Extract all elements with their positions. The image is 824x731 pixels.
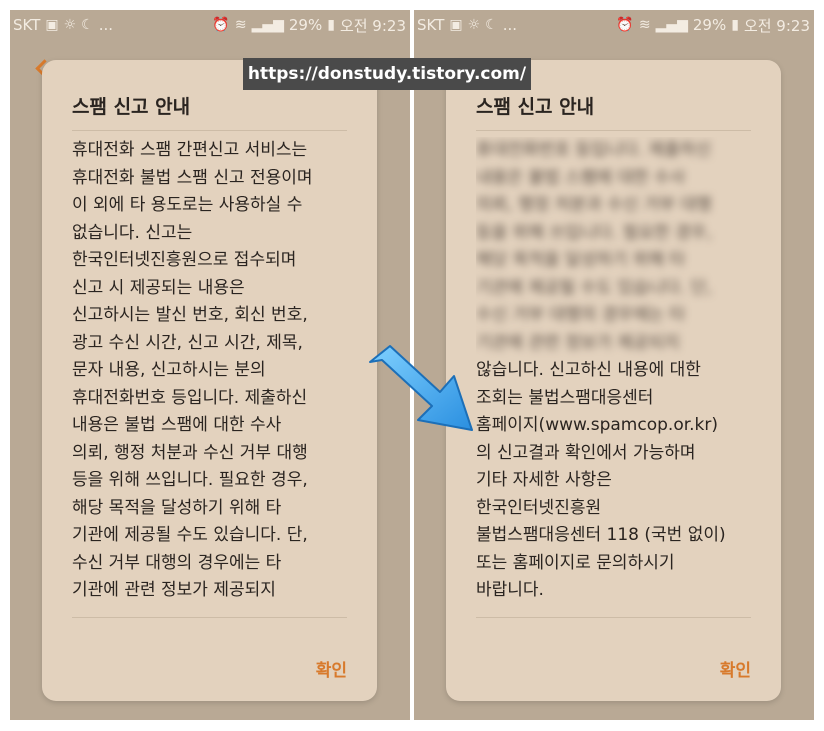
moon-icon: ☾ (81, 17, 94, 33)
body-line: 해당 목적을 달성하기 위해 타 (476, 250, 686, 270)
ok-button[interactable]: 확인 (316, 656, 347, 681)
more-notifications: ... (98, 16, 114, 34)
body-line: 한국인터넷진흥원으로 접수되며 (72, 250, 297, 270)
body-line: 문자 내용, 신고하시는 분의 (72, 360, 266, 380)
body-line: 휴대전화 불법 스팸 신고 전용이며 (72, 167, 313, 188)
more-notifications: ... (502, 16, 518, 34)
weather-icon: ☼ (467, 17, 481, 33)
battery-percent: 29% (692, 16, 727, 34)
alarm-icon: ⏰ (616, 17, 634, 33)
alarm-icon: ⏰ (212, 17, 230, 33)
body-line: 또는 홈페이지로 문의하시기 (476, 552, 675, 573)
body-line: 수신 거부 대행의 경우에는 타 (476, 305, 686, 325)
body-line: 등을 위해 쓰입니다. 필요한 경우, (476, 222, 712, 243)
body-line: 수신 거부 대행의 경우에는 타 (72, 552, 282, 573)
body-line: 기관에 제공될 수도 있습니다. 단, (72, 525, 308, 545)
battery-percent: 29% (288, 16, 323, 34)
gallery-icon: ▣ (449, 17, 463, 33)
body-line: 등을 위해 쓰입니다. 필요한 경우, (72, 470, 308, 490)
carrier-label: SKT (417, 16, 445, 34)
carrier-label: SKT (13, 16, 41, 34)
dialog-body[interactable]: 휴대전화 스팸 간편신고 서비스는휴대전화 불법 스팸 신고 전용이며이 외에 … (72, 137, 347, 618)
status-bar: SKT ▣ ☼ ☾ ... ⏰ ≋ ▂▄▆ 29% ▮ 오전 9:23 (414, 10, 814, 40)
weather-icon: ☼ (63, 17, 77, 33)
blue-arrow-icon (369, 345, 473, 431)
body-line: 기타 자세한 사항은 (476, 470, 612, 490)
body-line: 내용은 불법 스팸에 대한 수사 (476, 167, 686, 188)
body-line: 휴대전화번호 등입니다. 제출하신 (72, 387, 308, 408)
battery-icon: ▮ (731, 17, 739, 33)
body-line: 불법스팸대응센터 118 (국번 없이) (476, 525, 726, 545)
body-line: 해당 목적을 달성하기 위해 타 (72, 497, 282, 518)
ok-button[interactable]: 확인 (720, 656, 751, 681)
body-line: 기관에 관련 정보가 제공되지 (72, 580, 276, 600)
spam-report-dialog: 스팸 신고 안내 휴대전화번호 등입니다. 제출하신 내용은 불법 스팸에 대한 … (446, 60, 781, 701)
body-line: 의 신고결과 확인에서 가능하며 (476, 442, 696, 463)
body-line: 이 외에 타 용도로는 사용하실 수 (72, 195, 303, 215)
left-screenshot: SKT ▣ ☼ ☾ ... ⏰ ≋ ▂▄▆ 29% ▮ 오전 9:23 스팸 신… (10, 10, 410, 720)
body-line: 한국인터넷진흥원 (476, 497, 602, 518)
spam-report-dialog: 스팸 신고 안내 휴대전화 스팸 간편신고 서비스는 휴대전화 불법 스팸 신고 … (42, 60, 377, 701)
body-line: 않습니다. 신고하신 내용에 대한 (476, 360, 701, 380)
gallery-icon: ▣ (45, 17, 59, 33)
body-line: 신고하시는 발신 번호, 회신 번호, (72, 305, 308, 325)
signal-icon: ▂▄▆ (655, 17, 688, 33)
body-line: 의뢰, 행정 처분과 수신 거부 대행 (476, 195, 712, 215)
body-line: 내용은 불법 스팸에 대한 수사 (72, 415, 282, 435)
body-line: 휴대전화 스팸 간편신고 서비스는 (72, 140, 308, 160)
wifi-icon: ≋ (638, 17, 651, 33)
body-line: 신고 시 제공되는 내용은 (72, 277, 245, 298)
body-line: 휴대전화번호 등입니다. 제출하신 (476, 140, 712, 160)
wifi-icon: ≋ (234, 17, 247, 33)
moon-icon: ☾ (485, 17, 498, 33)
clock: 오전 9:23 (339, 16, 406, 35)
blog-url-watermark: https://donstudy.tistory.com/ (243, 58, 531, 90)
body-line: 없습니다. 신고는 (72, 222, 193, 243)
body-line: 의뢰, 행정 처분과 수신 거부 대행 (72, 442, 308, 463)
clock: 오전 9:23 (743, 16, 810, 35)
body-line: 기관에 관련 정보가 제공되지 (476, 332, 680, 353)
body-line: 조회는 불법스팸대응센터 (476, 387, 654, 408)
battery-icon: ▮ (327, 17, 335, 33)
status-bar: SKT ▣ ☼ ☾ ... ⏰ ≋ ▂▄▆ 29% ▮ 오전 9:23 (10, 10, 410, 40)
dialog-body-scrolled[interactable]: 휴대전화번호 등입니다. 제출하신내용은 불법 스팸에 대한 수사의뢰, 행정 … (476, 137, 751, 618)
signal-icon: ▂▄▆ (251, 17, 284, 33)
body-line: 기관에 제공될 수도 있습니다. 단, (476, 277, 712, 298)
body-line: 홈페이지(www.spamcop.or.kr) (476, 415, 719, 435)
body-line: 바랍니다. (476, 580, 544, 600)
body-line: 광고 수신 시간, 신고 시간, 제목, (72, 332, 303, 353)
